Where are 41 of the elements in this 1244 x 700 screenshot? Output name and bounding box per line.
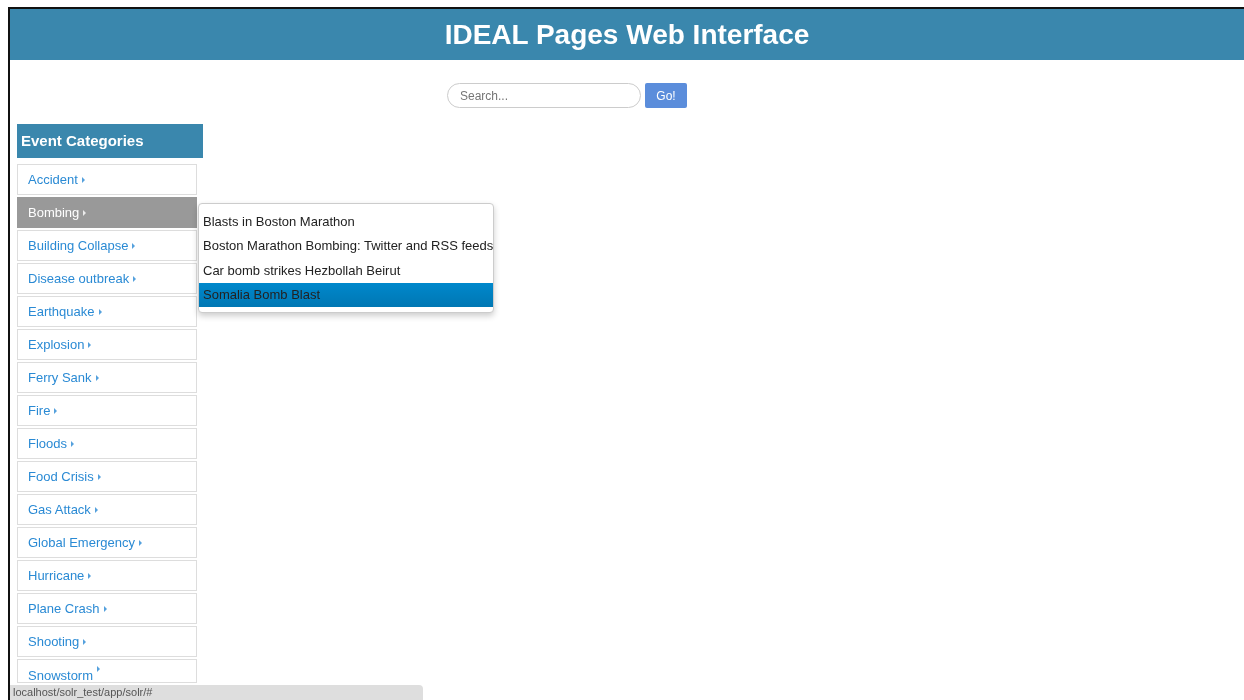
caret-icon	[83, 638, 87, 645]
category-item[interactable]: Gas Attack	[17, 494, 197, 525]
page-title: IDEAL Pages Web Interface	[10, 9, 1244, 60]
sidebar-heading: Event Categories	[17, 124, 203, 158]
category-item[interactable]: Global Emergency	[17, 527, 197, 558]
go-button[interactable]: Go!	[645, 83, 687, 108]
caret-icon	[94, 506, 98, 513]
caret-icon	[138, 539, 142, 546]
category-item[interactable]: Food Crisis	[17, 461, 197, 492]
search-field[interactable]: Search...	[447, 83, 641, 108]
status-url: localhost/solr_test/app/solr/#	[10, 685, 423, 700]
caret-icon	[133, 275, 137, 282]
category-item[interactable]: Bombing	[17, 197, 197, 228]
menu-item[interactable]: Somalia Bomb Blast	[199, 282, 493, 307]
category-item[interactable]: Ferry Sank	[17, 362, 197, 393]
caret-icon	[88, 572, 92, 579]
caret-icon	[132, 242, 136, 249]
caret-icon	[97, 473, 101, 480]
caret-icon	[83, 209, 87, 216]
category-item[interactable]: Fire	[17, 395, 197, 426]
category-item[interactable]: Snowstorm	[17, 659, 197, 683]
menu-item[interactable]: Boston Marathon Bombing: Twitter and RSS feeds	[199, 233, 493, 258]
category-item[interactable]: Hurricane	[17, 560, 197, 591]
menu-item[interactable]: Car bomb strikes Hezbollah Beirut	[199, 258, 493, 283]
caret-icon	[97, 666, 101, 672]
category-item[interactable]: Accident	[17, 164, 197, 195]
category-item[interactable]: Earthquake	[17, 296, 197, 327]
category-item[interactable]: Plane Crash	[17, 593, 197, 624]
caret-icon	[71, 440, 75, 447]
caret-icon	[81, 176, 85, 183]
category-item[interactable]: Disease outbreak	[17, 263, 197, 294]
category-item[interactable]: Explosion	[17, 329, 197, 360]
caret-icon	[95, 374, 99, 381]
caret-icon	[88, 341, 92, 348]
caret-icon	[103, 605, 107, 612]
category-item[interactable]: Shooting	[17, 626, 197, 657]
category-item[interactable]: Building Collapse	[17, 230, 197, 261]
caret-icon	[54, 407, 58, 414]
category-item[interactable]: Floods	[17, 428, 197, 459]
menu-item[interactable]: Blasts in Boston Marathon	[199, 209, 493, 234]
caret-icon	[98, 308, 102, 315]
